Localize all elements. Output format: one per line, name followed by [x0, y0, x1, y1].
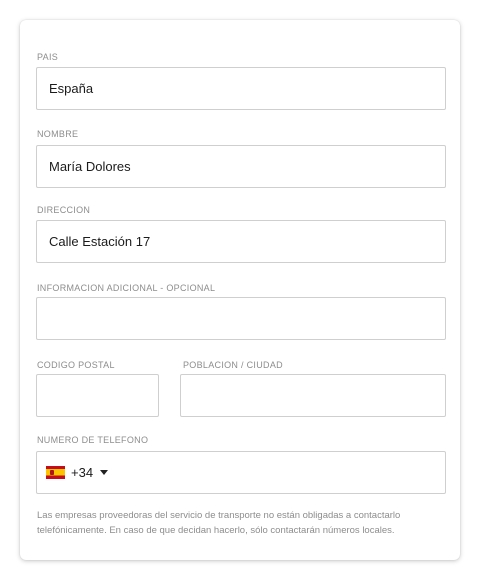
name-label: NOMBRE: [37, 129, 79, 139]
phone-label: NUMERO DE TELEFONO: [37, 435, 149, 445]
address-form-card: PAIS España NOMBRE María Dolores DIRECCI…: [20, 20, 460, 560]
additional-info-field[interactable]: [36, 297, 446, 340]
address-value: Calle Estación 17: [49, 234, 151, 249]
phone-field[interactable]: +34: [36, 451, 446, 494]
phone-note: Las empresas proveedoras del servicio de…: [37, 510, 401, 536]
address-label: DIRECCION: [37, 205, 91, 215]
city-label: POBLACION / CIUDAD: [183, 360, 283, 370]
postal-code-field[interactable]: [36, 374, 159, 417]
name-value: María Dolores: [49, 159, 131, 174]
name-field[interactable]: María Dolores: [36, 145, 446, 188]
chevron-down-icon[interactable]: [100, 470, 109, 475]
city-field[interactable]: [180, 374, 446, 417]
country-field[interactable]: España: [36, 67, 446, 110]
postal-code-label: CODIGO POSTAL: [37, 360, 115, 370]
country-label: PAIS: [37, 52, 59, 62]
additional-info-label: INFORMACION ADICIONAL - OPCIONAL: [37, 283, 216, 293]
dial-code[interactable]: +34: [71, 452, 93, 493]
country-value: España: [49, 81, 94, 96]
spain-flag-icon[interactable]: [46, 466, 65, 479]
address-field[interactable]: Calle Estación 17: [36, 220, 446, 263]
